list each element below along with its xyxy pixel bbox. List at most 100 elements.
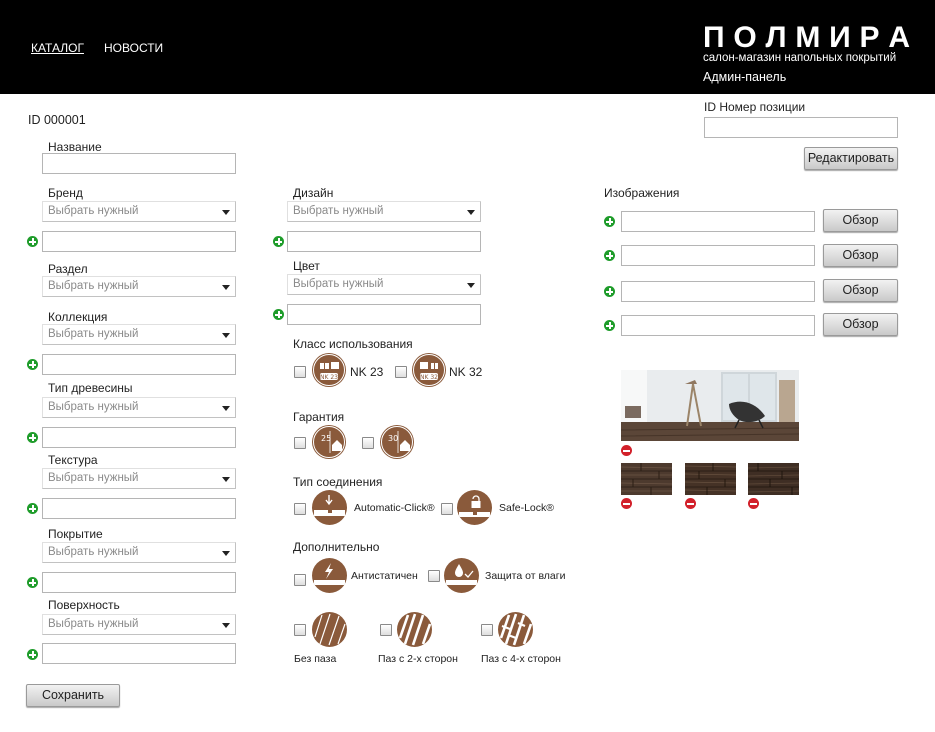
logo-subtitle: салон-магазин напольных покрытий [703, 52, 897, 64]
no-groove-checkbox[interactable] [294, 624, 306, 636]
safe-lock-checkbox[interactable] [441, 503, 453, 515]
automatic-click-checkbox[interactable] [294, 503, 306, 515]
guarantee-30-value: 30 [388, 434, 398, 443]
guarantee-30-icon: 30 [380, 425, 414, 459]
automatic-click-label: Automatic-Click® [354, 502, 435, 514]
logo-letter: О [733, 21, 757, 54]
groove-4-label: Паз с 4-х сторон [481, 653, 561, 665]
admin-panel-title: Админ-панель [703, 70, 787, 84]
texture-new-input[interactable] [42, 498, 236, 519]
remove-image-icon[interactable] [748, 498, 759, 509]
add-brand-icon[interactable] [27, 236, 38, 247]
extra-label: Дополнительно [293, 540, 380, 554]
image-path-input[interactable] [621, 315, 815, 336]
add-color-icon[interactable] [273, 309, 284, 320]
wood-texture-thumb [685, 463, 736, 495]
add-wood-type-icon[interactable] [27, 432, 38, 443]
brand-select[interactable]: Выбрать нужный [42, 201, 236, 222]
image-path-input[interactable] [621, 211, 815, 232]
images-label: Изображения [604, 186, 680, 200]
wood-texture-thumb [621, 463, 672, 495]
antistatic-icon [312, 558, 347, 593]
color-new-input[interactable] [287, 304, 481, 325]
wood-type-select[interactable]: Выбрать нужный [42, 397, 236, 418]
admin-page: КАТАЛОГ НОВОСТИ П О Л М И Р А салон-мага… [0, 0, 935, 732]
image-path-input[interactable] [621, 281, 815, 302]
antistatic-checkbox[interactable] [294, 574, 306, 586]
add-coating-icon[interactable] [27, 577, 38, 588]
groove-2-label: Паз с 2-х сторон [378, 653, 458, 665]
connection-type-label: Тип соединения [293, 475, 383, 489]
groove-2-checkbox[interactable] [380, 624, 392, 636]
groove-4-sides-icon [498, 612, 533, 647]
usage-class-label: Класс использования [293, 337, 413, 351]
edit-button[interactable]: Редактировать [804, 147, 898, 170]
add-image-icon[interactable] [604, 320, 615, 331]
moisture-protection-checkbox[interactable] [428, 570, 440, 582]
usage-nk32-checkbox[interactable] [395, 366, 407, 378]
safe-lock-icon [457, 490, 492, 525]
automatic-click-icon [312, 490, 347, 525]
add-image-icon[interactable] [604, 250, 615, 261]
coating-new-input[interactable] [42, 572, 236, 593]
collection-new-input[interactable] [42, 354, 236, 375]
remove-image-icon[interactable] [685, 498, 696, 509]
add-design-icon[interactable] [273, 236, 284, 247]
add-image-icon[interactable] [604, 286, 615, 297]
logo-letter: М [795, 21, 821, 54]
name-input[interactable] [42, 153, 236, 174]
logo-letter: Л [765, 21, 787, 54]
texture-select[interactable]: Выбрать нужный [42, 468, 236, 489]
add-texture-icon[interactable] [27, 503, 38, 514]
groove-4-checkbox[interactable] [481, 624, 493, 636]
remove-image-icon[interactable] [621, 498, 632, 509]
save-button[interactable]: Сохранить [26, 684, 120, 707]
color-select[interactable]: Выбрать нужный [287, 274, 481, 295]
coating-label: Покрытие [48, 527, 103, 541]
surface-select[interactable]: Выбрать нужный [42, 614, 236, 635]
no-groove-label: Без паза [294, 653, 337, 665]
brand-new-input[interactable] [42, 231, 236, 252]
surface-new-input[interactable] [42, 643, 236, 664]
svg-text:NK 32: NK 32 [420, 374, 438, 381]
position-input[interactable] [704, 117, 898, 138]
nav-catalog[interactable]: КАТАЛОГ [31, 41, 84, 55]
browse-button[interactable]: Обзор [823, 209, 898, 232]
interior-photo [621, 370, 799, 441]
coating-select[interactable]: Выбрать нужный [42, 542, 236, 563]
image-path-input[interactable] [621, 245, 815, 266]
design-select[interactable]: Выбрать нужный [287, 201, 481, 222]
groove-2-sides-icon [397, 612, 432, 647]
house-nk23-icon: NK 23 [312, 353, 346, 387]
logo-letter: А [888, 21, 910, 54]
guarantee-25-icon: 25 [312, 425, 346, 459]
wood-texture-thumb [748, 463, 799, 495]
remove-image-icon[interactable] [621, 445, 632, 456]
section-select[interactable]: Выбрать нужный [42, 276, 236, 297]
logo: П О Л М И Р А [703, 21, 910, 54]
record-id: ID 000001 [28, 113, 86, 127]
design-new-input[interactable] [287, 231, 481, 252]
guarantee-25-checkbox[interactable] [294, 437, 306, 449]
nav-news[interactable]: НОВОСТИ [104, 41, 163, 55]
guarantee-label: Гарантия [293, 410, 345, 424]
safe-lock-label: Safe-Lock® [499, 502, 555, 514]
guarantee-30-checkbox[interactable] [362, 437, 374, 449]
browse-button[interactable]: Обзор [823, 279, 898, 302]
collection-select[interactable]: Выбрать нужный [42, 324, 236, 345]
add-image-icon[interactable] [604, 216, 615, 227]
browse-button[interactable]: Обзор [823, 313, 898, 336]
no-groove-icon [312, 612, 347, 647]
add-collection-icon[interactable] [27, 359, 38, 370]
brand-label: Бренд [48, 186, 83, 200]
usage-nk23-checkbox[interactable] [294, 366, 306, 378]
texture-label: Текстура [48, 453, 98, 467]
logo-letter: П [703, 21, 725, 54]
site-header: КАТАЛОГ НОВОСТИ П О Л М И Р А салон-мага… [0, 0, 935, 94]
name-label: Название [48, 140, 102, 154]
browse-button[interactable]: Обзор [823, 244, 898, 267]
moisture-protection-label: Защита от влаги [485, 570, 566, 582]
add-surface-icon[interactable] [27, 649, 38, 660]
section-label: Раздел [48, 262, 88, 276]
wood-type-new-input[interactable] [42, 427, 236, 448]
